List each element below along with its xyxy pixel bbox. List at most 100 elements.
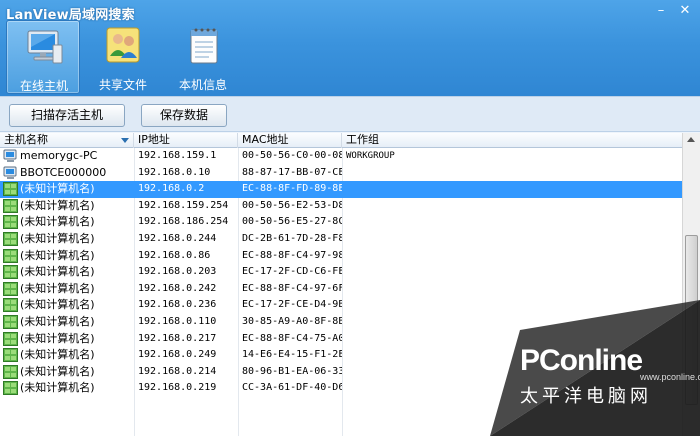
unknown-host-icon [3, 364, 18, 379]
watermark-site: www.pconline.com.cn [640, 372, 700, 382]
ip-address-cell: 192.168.0.242 [138, 282, 217, 294]
ip-address-cell: 192.168.0.217 [138, 332, 217, 344]
host-name-cell: (未知计算机名) [20, 215, 95, 229]
host-name-cell: (未知计算机名) [20, 198, 95, 212]
host-name-cell: (未知计算机名) [20, 182, 95, 196]
workgroup-cell [346, 248, 466, 264]
unknown-host-icon [3, 331, 18, 346]
mac-address-cell: 30-85-A9-A0-8F-8B [242, 316, 342, 327]
unknown-host-icon [3, 198, 18, 213]
unknown-host-icon [3, 265, 18, 280]
column-header-name[interactable]: 主机名称 [0, 133, 134, 148]
table-row[interactable]: (未知计算机名) 192.168.0.203 EC-17-2F-CD-C6-FE [0, 264, 682, 281]
workgroup-cell [346, 198, 466, 214]
unknown-host-icon [3, 182, 18, 197]
nav-label-local-info: 本机信息 [178, 78, 227, 92]
ip-address-cell: 192.168.186.254 [138, 216, 229, 228]
ip-address-cell: 192.168.0.244 [138, 233, 217, 244]
table-header: 主机名称 IP地址 MAC地址 工作组 [0, 133, 700, 148]
mac-address-cell: CC-3A-61-DF-40-D6 [242, 382, 342, 394]
nav-shared-files[interactable]: 共享文件 [86, 20, 160, 94]
host-name-cell: (未知计算机名) [20, 348, 95, 362]
window-controls: – ✕ [652, 3, 694, 19]
mac-address-cell: EC-88-8F-C4-75-A0 [242, 332, 342, 344]
nav-label-online-hosts: 在线主机 [19, 79, 68, 93]
ip-address-cell: 192.168.0.219 [138, 382, 217, 394]
table-row[interactable]: (未知计算机名) 192.168.0.110 30-85-A9-A0-8F-8B [0, 314, 682, 331]
host-name-cell: (未知计算机名) [20, 265, 95, 279]
nav-online-hosts[interactable]: 在线主机 [6, 20, 80, 94]
shared-users-icon [106, 27, 140, 63]
table-row[interactable]: BBOTCE000000 192.168.0.10 88-87-17-BB-07-C… [0, 165, 682, 182]
host-name-cell: (未知计算机名) [20, 232, 95, 245]
nav-local-info[interactable]: 本机信息 [166, 20, 240, 94]
table-row[interactable]: (未知计算机名) 192.168.0.2 EC-88-8F-FD-89-8E [0, 181, 682, 198]
app-window: LanView局域网搜索 – ✕ 在线主机 共享文件 本机信息 扫描存活主机 保… [0, 0, 700, 436]
ip-address-cell: 192.168.159.254 [138, 199, 229, 211]
table-row[interactable]: (未知计算机名) 192.168.0.242 EC-88-8F-C4-97-6F [0, 281, 682, 298]
table-row[interactable]: (未知计算机名) 192.168.159.254 00-50-56-E2-53-D8 [0, 198, 682, 215]
workgroup-cell: WORKGROUP [346, 151, 395, 161]
host-name-cell: (未知计算机名) [20, 315, 95, 328]
unknown-host-icon [3, 232, 18, 246]
column-header-mac[interactable]: MAC地址 [238, 133, 342, 148]
scroll-up-icon[interactable] [687, 137, 695, 142]
table-row[interactable]: (未知计算机名) 192.168.0.236 EC-17-2F-CE-D4-9B [0, 297, 682, 314]
mac-address-cell: 00-50-56-E5-27-8C [242, 216, 342, 228]
mac-address-cell: EC-88-8F-C4-97-6F [242, 282, 342, 294]
host-name-cell: (未知计算机名) [20, 381, 95, 395]
mac-address-cell: EC-88-8F-C4-97-98 [242, 249, 342, 261]
host-name-cell: (未知计算机名) [20, 331, 95, 345]
mac-address-cell: 00-50-56-E2-53-D8 [242, 199, 342, 211]
close-button[interactable]: ✕ [676, 3, 694, 19]
workgroup-cell [346, 380, 466, 396]
ip-address-cell: 192.168.0.2 [138, 183, 205, 195]
ip-address-cell: 192.168.0.236 [138, 299, 217, 311]
title-bar: LanView局域网搜索 – ✕ 在线主机 共享文件 本机信息 [0, 0, 700, 96]
workgroup-cell [346, 281, 466, 297]
workgroup-cell [346, 364, 466, 380]
unknown-host-icon [3, 298, 18, 313]
column-header-ip[interactable]: IP地址 [134, 133, 238, 148]
host-name-cell: memorygc-PC [20, 149, 98, 162]
table-row[interactable]: (未知计算机名) 192.168.0.244 DC-2B-61-7D-28-F8 [0, 231, 682, 248]
ip-address-cell: 192.168.0.110 [138, 316, 217, 327]
watermark-cn: 太平洋电脑网 [520, 386, 652, 407]
table-row[interactable]: (未知计算机名) 192.168.186.254 00-50-56-E5-27-8C [0, 214, 682, 231]
unknown-host-icon [3, 281, 18, 296]
ip-address-cell: 192.168.0.203 [138, 266, 217, 278]
save-data-button[interactable]: 保存数据 [141, 104, 227, 127]
host-name-cell: (未知计算机名) [20, 248, 95, 262]
computer-monitor-icon [27, 30, 63, 64]
column-header-workgroup[interactable]: 工作组 [342, 133, 682, 148]
workgroup-cell [346, 264, 466, 280]
minimize-button[interactable]: – [652, 3, 670, 19]
mac-address-cell: EC-17-2F-CD-C6-FE [242, 266, 342, 278]
main-nav: 在线主机 共享文件 本机信息 [6, 20, 246, 94]
notepad-info-icon [190, 28, 218, 64]
watermark-logo: PConline [520, 344, 643, 377]
computer-icon [3, 149, 17, 162]
ip-address-cell: 192.168.159.1 [138, 150, 217, 161]
workgroup-cell [346, 347, 466, 363]
mac-address-cell: 80-96-B1-EA-06-33 [242, 365, 342, 377]
ip-address-cell: 192.168.0.10 [138, 166, 211, 178]
host-name-cell: BBOTCE000000 [20, 165, 107, 179]
host-name-cell: (未知计算机名) [20, 281, 95, 295]
workgroup-cell [346, 297, 466, 313]
workgroup-cell [346, 231, 466, 247]
table-row[interactable]: memorygc-PC 192.168.159.1 00-50-56-C0-00-0… [0, 148, 682, 165]
workgroup-cell [346, 181, 466, 197]
toolbar: 扫描存活主机 保存数据 [0, 96, 700, 132]
unknown-host-icon [3, 215, 18, 230]
unknown-host-icon [3, 248, 18, 263]
ip-address-cell: 192.168.0.214 [138, 365, 217, 377]
mac-address-cell: 14-E6-E4-15-F1-2E [242, 349, 342, 361]
scan-hosts-button[interactable]: 扫描存活主机 [9, 104, 125, 127]
mac-address-cell: EC-17-2F-CE-D4-9B [242, 299, 342, 311]
mac-address-cell: 88-87-17-BB-07-CE [242, 166, 342, 178]
unknown-host-icon [3, 315, 18, 329]
vertical-scrollbar[interactable] [682, 133, 700, 436]
host-name-cell: (未知计算机名) [20, 298, 95, 312]
table-row[interactable]: (未知计算机名) 192.168.0.86 EC-88-8F-C4-97-98 [0, 248, 682, 265]
